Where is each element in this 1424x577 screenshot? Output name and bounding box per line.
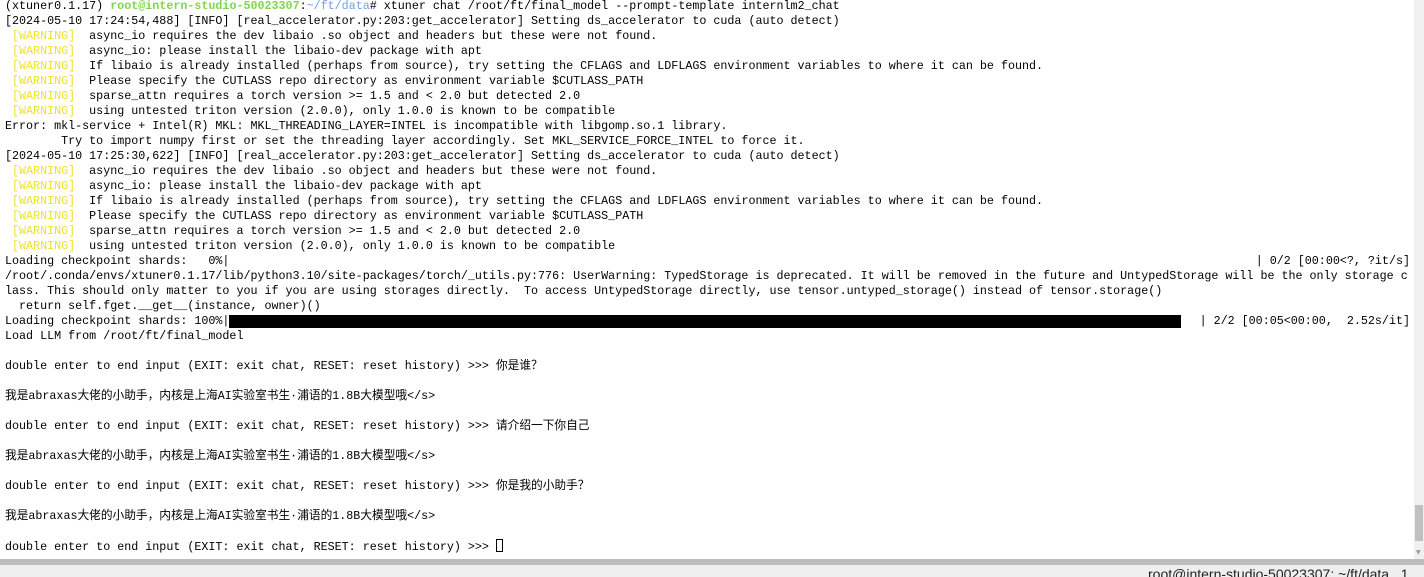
terminal-output[interactable]: (xtuner0.1.17) root@intern-studio-500233… bbox=[5, 0, 1410, 559]
line-text: Try to import numpy first or set the thr… bbox=[5, 134, 805, 148]
line-text: Please specify the CUTLASS repo director… bbox=[82, 74, 644, 88]
terminal-line: double enter to end input (EXIT: exit ch… bbox=[5, 359, 1410, 374]
terminal-line: double enter to end input (EXIT: exit ch… bbox=[5, 419, 1410, 434]
line-text: double enter to end input (EXIT: exit ch… bbox=[5, 419, 590, 433]
line-text: using untested triton version (2.0.0), o… bbox=[82, 239, 616, 253]
line-text: Load LLM from /root/ft/final_model bbox=[5, 329, 244, 343]
progress-line: Loading checkpoint shards: 0%| | 0/2 [00:… bbox=[5, 254, 1410, 269]
warning-tag: [WARNING] bbox=[5, 74, 83, 88]
warning-tag: [WARNING] bbox=[5, 104, 83, 118]
line-text: Please specify the CUTLASS repo director… bbox=[82, 209, 644, 223]
progress-label: Loading checkpoint shards: 100%| bbox=[5, 314, 230, 328]
line-text: 我是abraxas大佬的小助手，内核是上海AI实验室书生·浦语的1.8B大模型哦… bbox=[5, 449, 436, 463]
terminal-line: [WARNING] async_io requires the dev liba… bbox=[5, 29, 1410, 44]
line-text: : bbox=[299, 0, 307, 13]
warning-tag: [WARNING] bbox=[5, 194, 83, 208]
line-text: double enter to end input (EXIT: exit ch… bbox=[5, 540, 496, 554]
line-text: async_io: please install the libaio-dev … bbox=[82, 179, 482, 193]
warning-tag: [WARNING] bbox=[5, 179, 83, 193]
terminal-line: [WARNING] async_io: please install the l… bbox=[5, 44, 1410, 59]
terminal-line: return self.fget.__get__(instance, owner… bbox=[5, 299, 1410, 314]
terminal-line: (xtuner0.1.17) root@intern-studio-500233… bbox=[5, 0, 1410, 14]
line-text: 我是abraxas大佬的小助手，内核是上海AI实验室书生·浦语的1.8B大模型哦… bbox=[5, 509, 436, 523]
line-text: async_io requires the dev libaio .so obj… bbox=[82, 29, 658, 43]
line-text: return self.fget.__get__(instance, owner… bbox=[5, 299, 321, 313]
progress-stats: | 2/2 [00:05<00:00, 2.52s/it] bbox=[1199, 314, 1410, 328]
line-text: root@intern-studio-50023307 bbox=[110, 0, 300, 13]
text-cursor[interactable] bbox=[495, 539, 503, 552]
terminal-line: 我是abraxas大佬的小助手，内核是上海AI实验室书生·浦语的1.8B大模型哦… bbox=[5, 389, 1410, 404]
warning-tag: [WARNING] bbox=[5, 29, 83, 43]
line-text: [2024-05-10 17:25:30,622] [INFO] [real_a… bbox=[5, 149, 840, 163]
terminal-line: [WARNING] sparse_attn requires a torch v… bbox=[5, 89, 1410, 104]
scroll-down-arrow-icon[interactable]: ▼ bbox=[1416, 549, 1421, 556]
terminal-line: [WARNING] Please specify the CUTLASS rep… bbox=[5, 209, 1410, 224]
vertical-scrollbar[interactable]: ▼ bbox=[1414, 0, 1424, 559]
line-text: sparse_attn requires a torch version >= … bbox=[82, 89, 581, 103]
warning-tag: [WARNING] bbox=[5, 239, 83, 253]
line-text: sparse_attn requires a torch version >= … bbox=[82, 224, 581, 238]
terminal-line: [WARNING] Please specify the CUTLASS rep… bbox=[5, 74, 1410, 89]
warning-tag: [WARNING] bbox=[5, 164, 83, 178]
line-text: (xtuner0.1.17) bbox=[5, 0, 111, 13]
warning-tag: [WARNING] bbox=[5, 209, 83, 223]
progress-line: Loading checkpoint shards: 100%| | 2/2 [0… bbox=[5, 314, 1410, 329]
terminal-line: /root/.conda/envs/xtuner0.1.17/lib/pytho… bbox=[5, 269, 1410, 284]
line-text: # xtuner chat /root/ft/final_model --pro… bbox=[369, 0, 840, 13]
terminal-line: [WARNING] sparse_attn requires a torch v… bbox=[5, 224, 1410, 239]
terminal-line: [WARNING] async_io requires the dev liba… bbox=[5, 164, 1410, 179]
terminal-line: [WARNING] using untested triton version … bbox=[5, 104, 1410, 119]
warning-tag: [WARNING] bbox=[5, 89, 83, 103]
line-text: If libaio is already installed (perhaps … bbox=[82, 194, 1044, 208]
line-text: Error: mkl-service + Intel(R) MKL: MKL_T… bbox=[5, 119, 728, 133]
terminal-line: 我是abraxas大佬的小助手，内核是上海AI实验室书生·浦语的1.8B大模型哦… bbox=[5, 509, 1410, 524]
line-text: [2024-05-10 17:24:54,488] [INFO] [real_a… bbox=[5, 14, 840, 28]
warning-tag: [WARNING] bbox=[5, 44, 83, 58]
terminal-line: [2024-05-10 17:25:30,622] [INFO] [real_a… bbox=[5, 149, 1410, 164]
terminal-line: double enter to end input (EXIT: exit ch… bbox=[5, 479, 1410, 494]
line-text: double enter to end input (EXIT: exit ch… bbox=[5, 359, 543, 373]
terminal-line: [WARNING] If libaio is already installed… bbox=[5, 194, 1410, 209]
line-text: 我是abraxas大佬的小助手，内核是上海AI实验室书生·浦语的1.8B大模型哦… bbox=[5, 389, 436, 403]
warning-tag: [WARNING] bbox=[5, 224, 83, 238]
status-bar: root@intern-studio-50023307: ~/ft/data 1 bbox=[0, 565, 1424, 577]
line-text: double enter to end input (EXIT: exit ch… bbox=[5, 479, 590, 493]
status-text: root@intern-studio-50023307: ~/ft/data 1 bbox=[1148, 566, 1409, 577]
terminal-line: Load LLM from /root/ft/final_model bbox=[5, 329, 1410, 344]
scrollbar-thumb[interactable] bbox=[1415, 505, 1423, 541]
terminal-line: [WARNING] If libaio is already installed… bbox=[5, 59, 1410, 74]
line-text: lass. This should only matter to you if … bbox=[5, 284, 1163, 298]
line-text: /root/.conda/envs/xtuner0.1.17/lib/pytho… bbox=[5, 269, 1408, 283]
warning-tag: [WARNING] bbox=[5, 59, 83, 73]
terminal-line: Try to import numpy first or set the thr… bbox=[5, 134, 1410, 149]
line-text: ~/ft/data bbox=[306, 0, 370, 13]
progress-bar-fill bbox=[229, 315, 1182, 328]
line-text: using untested triton version (2.0.0), o… bbox=[82, 104, 616, 118]
terminal-line: double enter to end input (EXIT: exit ch… bbox=[5, 539, 1410, 554]
progress-stats: | 0/2 [00:00<?, ?it/s] bbox=[1255, 254, 1410, 268]
progress-label: Loading checkpoint shards: 0%| bbox=[5, 254, 230, 268]
terminal-line: [WARNING] async_io: please install the l… bbox=[5, 179, 1410, 194]
line-text: async_io: please install the libaio-dev … bbox=[82, 44, 482, 58]
terminal-line: 我是abraxas大佬的小助手，内核是上海AI实验室书生·浦语的1.8B大模型哦… bbox=[5, 449, 1410, 464]
terminal-line: lass. This should only matter to you if … bbox=[5, 284, 1410, 299]
terminal-line: Error: mkl-service + Intel(R) MKL: MKL_T… bbox=[5, 119, 1410, 134]
line-text: If libaio is already installed (perhaps … bbox=[82, 59, 1044, 73]
line-text: async_io requires the dev libaio .so obj… bbox=[82, 164, 658, 178]
terminal-line: [2024-05-10 17:24:54,488] [INFO] [real_a… bbox=[5, 14, 1410, 29]
terminal-line: [WARNING] using untested triton version … bbox=[5, 239, 1410, 254]
